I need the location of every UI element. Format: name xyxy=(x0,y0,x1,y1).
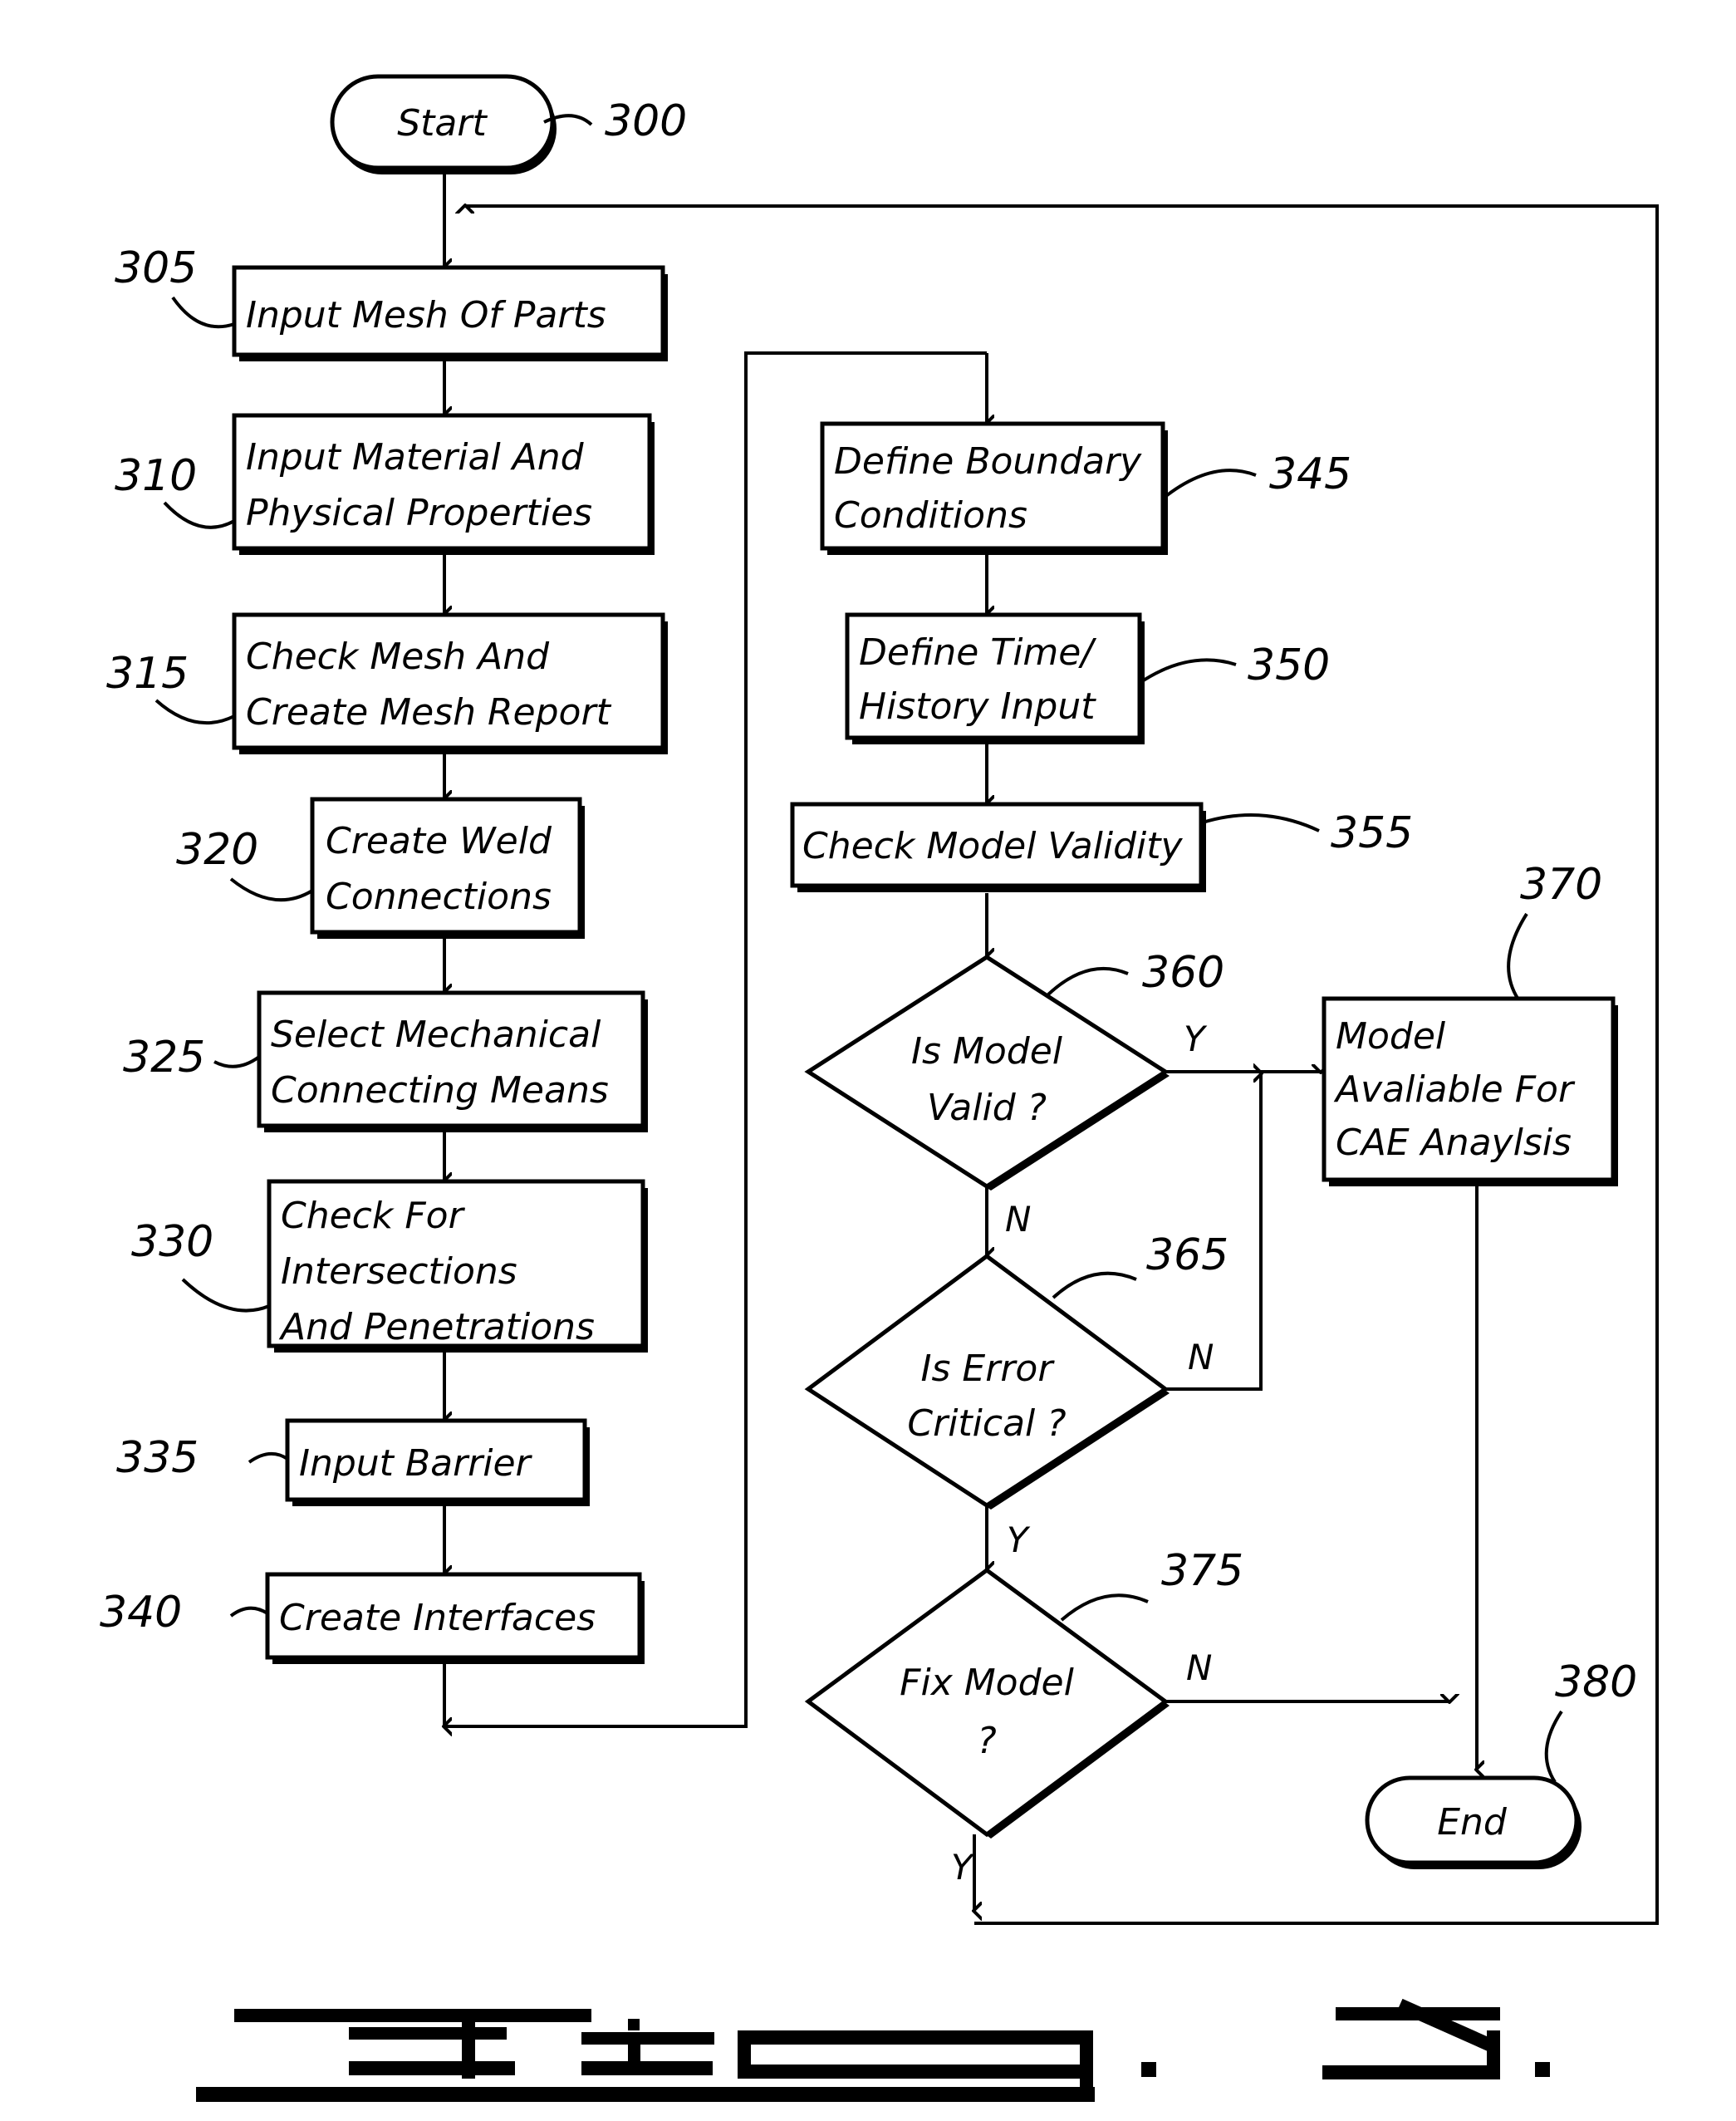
node-input-barrier[interactable]: Input Barrier xyxy=(285,1418,590,1506)
branch-label-is-valid-no: N xyxy=(1005,1199,1031,1240)
node-define-boundary-line-1: Conditions xyxy=(834,494,1027,537)
ref-300: 300 xyxy=(605,96,687,146)
node-define-time-line-0: Define Time/ xyxy=(859,631,1096,674)
ref-350: 350 xyxy=(1248,641,1330,690)
leader-350 xyxy=(1138,658,1237,685)
node-check-intersections-line-2: And Penetrations xyxy=(278,1306,595,1348)
ref-305: 305 xyxy=(115,243,197,293)
leader-340 xyxy=(229,1606,269,1618)
node-select-mechanical-line-1: Connecting Means xyxy=(271,1069,609,1112)
node-model-available-line-2: CAE Anaylsis xyxy=(1336,1122,1572,1164)
leader-345 xyxy=(1161,469,1257,500)
node-input-material[interactable]: Input Material And Physical Properties xyxy=(232,413,655,555)
node-select-mechanical[interactable]: Select Mechanical Connecting Means xyxy=(257,990,648,1132)
node-check-mesh-line-1: Create Mesh Report xyxy=(246,691,612,734)
node-define-boundary-line-0: Define Boundary xyxy=(834,440,1142,483)
ref-360: 360 xyxy=(1142,948,1224,998)
branch-label-fix-model-no: N xyxy=(1186,1647,1212,1688)
leader-370 xyxy=(1507,912,1528,1001)
leader-320 xyxy=(229,877,314,902)
node-model-available-line-0: Model xyxy=(1336,1015,1446,1058)
ref-340: 340 xyxy=(100,1588,182,1637)
ref-365: 365 xyxy=(1146,1230,1228,1280)
node-is-error-critical[interactable]: Is Error Critical ? xyxy=(804,1253,1170,1510)
node-check-intersections-line-0: Check For xyxy=(281,1195,466,1237)
leader-375 xyxy=(1060,1593,1149,1622)
node-model-available[interactable]: Model Avaliable For CAE Anaylsis xyxy=(1322,996,1618,1186)
node-check-mesh-line-0: Check Mesh And xyxy=(246,636,550,678)
branch-label-is-error-no: N xyxy=(1188,1337,1214,1377)
node-is-error-critical-line-1: Critical ? xyxy=(907,1402,1066,1445)
node-check-intersections-line-1: Intersections xyxy=(281,1250,517,1293)
node-check-validity[interactable]: Check Model Validity xyxy=(790,802,1206,892)
ref-370: 370 xyxy=(1520,860,1602,910)
ref-375: 375 xyxy=(1161,1546,1243,1596)
node-define-time-line-1: History Input xyxy=(859,685,1096,728)
node-fix-model[interactable]: Fix Model ? xyxy=(804,1567,1170,1839)
ref-380: 380 xyxy=(1555,1657,1637,1707)
ref-320: 320 xyxy=(176,825,258,875)
node-start-label: Start xyxy=(397,102,488,145)
node-is-error-critical-line-0: Is Error xyxy=(921,1348,1056,1390)
node-check-mesh[interactable]: Check Mesh And Create Mesh Report xyxy=(232,612,668,754)
node-check-validity-line-0: Check Model Validity xyxy=(802,825,1184,867)
node-create-interfaces[interactable]: Create Interfaces xyxy=(265,1572,645,1664)
leader-325 xyxy=(213,1055,261,1068)
leader-330 xyxy=(181,1278,270,1313)
ref-315: 315 xyxy=(106,649,189,699)
ref-325: 325 xyxy=(123,1033,205,1083)
branch-label-is-valid-yes: Y xyxy=(1184,1019,1208,1059)
node-select-mechanical-line-0: Select Mechanical xyxy=(271,1014,601,1056)
node-create-weld[interactable]: Create Weld Connections xyxy=(310,797,585,939)
ref-345: 345 xyxy=(1269,449,1351,499)
node-input-barrier-line-0: Input Barrier xyxy=(299,1442,533,1485)
node-start[interactable]: Start xyxy=(330,74,557,174)
ref-335: 335 xyxy=(116,1433,199,1483)
branch-label-fix-model-yes: Y xyxy=(951,1847,975,1888)
leader-360 xyxy=(1047,966,1129,996)
leader-305 xyxy=(171,296,235,329)
leader-355 xyxy=(1202,813,1320,832)
ref-330: 330 xyxy=(131,1217,213,1267)
node-input-material-line-0: Input Material And xyxy=(246,436,585,479)
node-input-mesh-line-0: Input Mesh Of Parts xyxy=(246,294,606,336)
node-define-boundary[interactable]: Define Boundary Conditions xyxy=(820,421,1168,555)
ref-310: 310 xyxy=(115,451,197,501)
node-end[interactable]: End xyxy=(1365,1775,1582,1869)
node-is-model-valid[interactable]: Is Model Valid ? xyxy=(804,955,1170,1191)
ref-355: 355 xyxy=(1331,808,1413,858)
node-check-intersections[interactable]: Check For Intersections And Penetrations xyxy=(267,1179,648,1353)
node-input-material-line-1: Physical Properties xyxy=(246,492,592,534)
figure-caption xyxy=(196,1998,1550,2102)
node-input-mesh[interactable]: Input Mesh Of Parts xyxy=(232,265,668,361)
leader-380 xyxy=(1544,1710,1563,1784)
leader-315 xyxy=(154,699,235,725)
leader-365 xyxy=(1052,1271,1137,1299)
leader-335 xyxy=(248,1452,289,1464)
leader-310 xyxy=(163,501,235,529)
node-fix-model-line-0: Fix Model xyxy=(900,1662,1074,1704)
node-fix-model-line-1: ? xyxy=(977,1720,996,1762)
node-is-model-valid-line-1: Valid ? xyxy=(927,1087,1047,1129)
node-model-available-line-1: Avaliable For xyxy=(1333,1068,1576,1111)
node-create-weld-line-1: Connections xyxy=(326,876,552,918)
branch-label-is-error-yes: Y xyxy=(1007,1520,1031,1560)
node-create-interfaces-line-0: Create Interfaces xyxy=(279,1597,596,1639)
node-end-label: End xyxy=(1437,1801,1508,1844)
node-create-weld-line-0: Create Weld xyxy=(326,820,552,862)
node-define-time[interactable]: Define Time/ History Input xyxy=(845,612,1145,744)
patent-flowchart-figure: Start 300 Input Mesh Of Parts 305 Input … xyxy=(100,74,1659,2102)
node-is-model-valid-line-0: Is Model xyxy=(911,1030,1063,1073)
